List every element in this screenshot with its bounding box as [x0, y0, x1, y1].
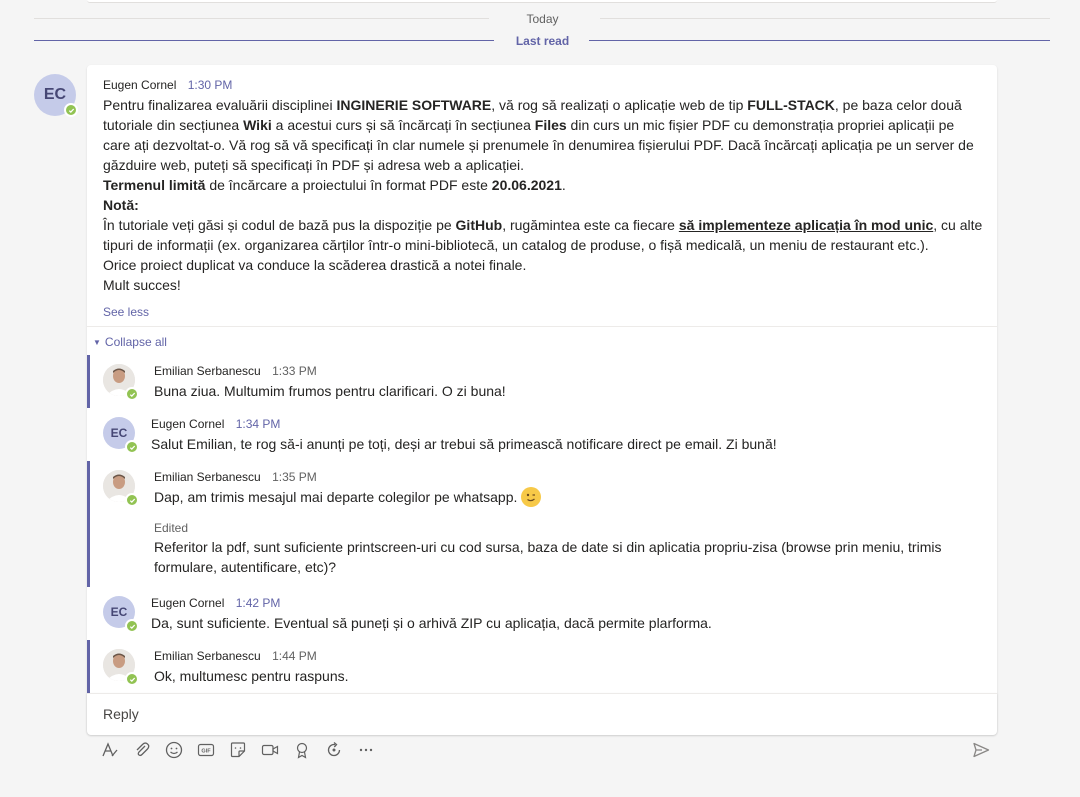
- reply-content: Eugen Cornel 1:42 PM Da, sunt suficiente…: [151, 595, 971, 633]
- collapse-all-label: Collapse all: [104, 335, 167, 349]
- gif-icon[interactable]: GIF: [196, 740, 216, 760]
- replies-divider: [87, 326, 997, 327]
- reply-message: EC Eugen Cornel 1:34 PM Salut Emilian, t…: [87, 408, 997, 461]
- message-body: Da, sunt suficiente. Eventual să puneți …: [151, 615, 712, 631]
- message-paragraph: Notă:: [103, 197, 139, 213]
- meet-now-icon[interactable]: [260, 740, 280, 760]
- presence-available-icon: [125, 440, 139, 454]
- message-body: Ok, multumesc pentru raspuns.: [154, 668, 349, 684]
- conversation-thread: Eugen Cornel 1:30 PM Pentru finalizarea …: [87, 65, 997, 734]
- reply-message: Emilian Serbanescu 1:33 PM Buna ziua. Mu…: [87, 355, 1000, 408]
- message-paragraph: Orice proiect duplicat va conduce la scă…: [103, 257, 527, 273]
- message-header: Eugen Cornel 1:42 PM: [151, 595, 971, 611]
- collapse-all-button[interactable]: ▼ Collapse all: [93, 335, 167, 349]
- message-body: Buna ziua. Multumim frumos pentru clarif…: [154, 383, 506, 399]
- avatar-initials: EC: [43, 86, 67, 103]
- more-options-icon[interactable]: [356, 740, 376, 760]
- message-body: Dap, am trimis mesajul mai departe coleg…: [154, 487, 974, 507]
- message-paragraph: Pentru finalizarea evaluării disciplinei…: [103, 97, 974, 173]
- message-paragraph: Mult succes!: [103, 277, 181, 293]
- reply-message: EC Eugen Cornel 1:42 PM Da, sunt suficie…: [87, 587, 997, 640]
- message-header: Emilian Serbanescu 1:35 PM: [154, 469, 974, 485]
- attach-icon[interactable]: [132, 740, 152, 760]
- message-timestamp: 1:30 PM: [187, 78, 233, 92]
- message-body: Pentru finalizarea evaluării disciplinei…: [103, 95, 983, 295]
- today-divider: Today: [0, 12, 1080, 26]
- reply-content: Emilian Serbanescu 1:44 PM Ok, multumesc…: [154, 648, 974, 686]
- message-header: Emilian Serbanescu 1:33 PM: [154, 363, 974, 379]
- message-text: Dap, am trimis mesajul mai departe coleg…: [154, 489, 518, 505]
- last-read-divider: Last read: [515, 34, 570, 48]
- message-timestamp: 1:33 PM: [272, 364, 317, 378]
- message-body: Salut Emilian, te rog să-i anunți pe toț…: [151, 436, 777, 452]
- message-header: Eugen Cornel 1:34 PM: [151, 416, 971, 432]
- edited-label: Edited: [154, 521, 189, 535]
- message-header: Eugen Cornel 1:30 PM: [103, 77, 983, 93]
- message-author[interactable]: Eugen Cornel: [151, 417, 224, 431]
- presence-available-icon: [125, 493, 139, 507]
- message-paragraph: Termenul limită de încărcare a proiectul…: [103, 177, 566, 193]
- format-icon[interactable]: [100, 740, 120, 760]
- message-author[interactable]: Emilian Serbanescu: [154, 364, 261, 378]
- reply-content: Eugen Cornel 1:34 PM Salut Emilian, te r…: [151, 416, 971, 454]
- root-message: Eugen Cornel 1:30 PM Pentru finalizarea …: [103, 77, 983, 295]
- message-timestamp: 1:44 PM: [272, 649, 317, 663]
- message-paragraph: În tutoriale veți găsi și codul de bază …: [103, 217, 983, 253]
- avatar-initials: EC: [110, 605, 128, 619]
- reply-message: Emilian Serbanescu 1:35 PM Dap, am trimi…: [87, 461, 1000, 587]
- reply-content: Emilian Serbanescu 1:35 PM Dap, am trimi…: [154, 469, 974, 577]
- avatar-initials: EC: [110, 426, 128, 440]
- presence-available-icon: [125, 619, 139, 633]
- presence-available-icon: [125, 672, 139, 686]
- reply-input[interactable]: Reply: [87, 693, 997, 735]
- loop-icon[interactable]: [324, 740, 344, 760]
- previous-message-card-edge: [87, 0, 997, 3]
- presence-available-icon: [64, 103, 78, 117]
- see-less-link[interactable]: See less: [103, 305, 149, 319]
- message-body: Referitor la pdf, sunt suficiente prints…: [154, 539, 942, 575]
- message-author[interactable]: Eugen Cornel: [151, 596, 224, 610]
- message-author[interactable]: Emilian Serbanescu: [154, 649, 261, 663]
- message-timestamp: 1:42 PM: [235, 596, 281, 610]
- message-header: Emilian Serbanescu 1:44 PM: [154, 648, 974, 664]
- reply-message: Emilian Serbanescu 1:44 PM Ok, multumesc…: [87, 640, 1000, 693]
- svg-text:GIF: GIF: [201, 749, 211, 755]
- message-author[interactable]: Emilian Serbanescu: [154, 470, 261, 484]
- wink-emoji-icon: [521, 487, 542, 507]
- message-timestamp: 1:35 PM: [272, 470, 317, 484]
- reply-placeholder: Reply: [103, 706, 139, 722]
- reply-content: Emilian Serbanescu 1:33 PM Buna ziua. Mu…: [154, 363, 974, 401]
- praise-icon[interactable]: [292, 740, 312, 760]
- message-timestamp: 1:34 PM: [235, 417, 281, 431]
- chevron-down-icon: ▼: [93, 338, 101, 347]
- send-icon[interactable]: [971, 740, 991, 760]
- sticker-icon[interactable]: [228, 740, 248, 760]
- presence-available-icon: [125, 387, 139, 401]
- emoji-icon[interactable]: [164, 740, 184, 760]
- message-author[interactable]: Eugen Cornel: [103, 78, 176, 92]
